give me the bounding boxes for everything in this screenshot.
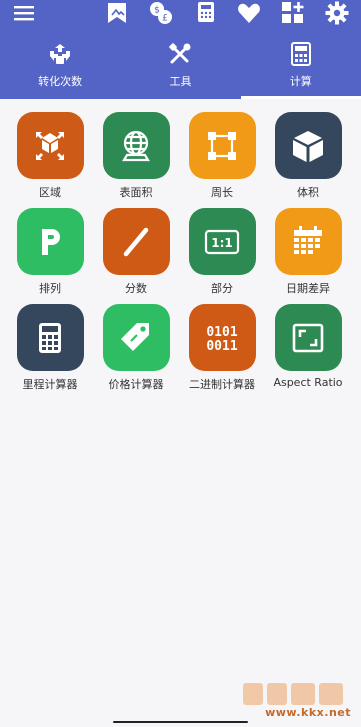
- calendar-icon: [274, 208, 342, 275]
- tab-bar: 转化次数 工具 计算: [0, 36, 361, 99]
- gear-icon[interactable]: [323, 0, 351, 26]
- grid-item-fraction[interactable]: 分数: [96, 208, 176, 296]
- aspect-ratio-icon: [274, 304, 342, 371]
- grid-item-perimeter[interactable]: 周长: [182, 112, 262, 200]
- grid-item-label: 里程计算器: [22, 378, 78, 391]
- svg-text:$: $: [154, 6, 160, 16]
- grid-item-label: 日期差异: [286, 282, 330, 295]
- bookmark-icon[interactable]: [103, 0, 131, 26]
- grid-item-area[interactable]: 区域: [10, 112, 90, 200]
- grid-item-label: 排列: [39, 282, 61, 295]
- grid-item-label: 体积: [297, 186, 319, 199]
- favorite-icon[interactable]: [235, 0, 263, 26]
- fraction-icon: [102, 208, 170, 275]
- tab-tools[interactable]: 工具: [120, 36, 240, 99]
- svg-text:0011: 0011: [206, 339, 237, 354]
- grid-item-price-calculator[interactable]: 价格计算器: [96, 304, 176, 392]
- calculator-icon: [290, 42, 311, 66]
- currency-icon[interactable]: $ £: [147, 0, 175, 26]
- watermark-logo: www.kkx.net: [235, 679, 355, 723]
- grid-item-ratio[interactable]: 1:1 部分: [182, 208, 262, 296]
- tools-icon: [168, 42, 192, 66]
- grid-item-surface-area[interactable]: 表面积: [96, 112, 176, 200]
- tab-label: 转化次数: [38, 75, 83, 88]
- convert-icon: [47, 42, 73, 66]
- grid-item-date-difference[interactable]: 日期差异: [268, 208, 348, 296]
- grid-item-label: 区域: [39, 186, 61, 199]
- tab-label: 工具: [169, 75, 192, 88]
- grid-item-label: 价格计算器: [108, 378, 164, 391]
- add-widget-icon[interactable]: [279, 0, 307, 26]
- grid-item-label: 部分: [211, 282, 233, 295]
- grid-item-label: 表面积: [119, 186, 153, 199]
- perimeter-icon: [188, 112, 256, 179]
- svg-text:1:1: 1:1: [211, 236, 233, 250]
- tab-calculate[interactable]: 计算: [240, 36, 361, 99]
- grid-item-volume[interactable]: 体积: [268, 112, 348, 200]
- price-tag-icon: [102, 304, 170, 371]
- tab-conversions[interactable]: 转化次数: [0, 36, 120, 99]
- watermark-text: www.kkx.net: [265, 706, 351, 719]
- binary-icon: 0101 0011: [188, 304, 256, 371]
- globe-icon: [102, 112, 170, 179]
- grid-item-mileage-calculator[interactable]: 里程计算器: [10, 304, 90, 392]
- calculator-icon[interactable]: [192, 0, 220, 26]
- grid-item-aspect-ratio[interactable]: Aspect Ratio: [268, 304, 348, 389]
- menu-icon[interactable]: [10, 0, 38, 26]
- grid-item-label: 分数: [125, 282, 147, 295]
- active-tab-indicator: [240, 96, 361, 99]
- svg-text:0101: 0101: [206, 325, 237, 340]
- ratio-icon: 1:1: [188, 208, 256, 275]
- home-indicator[interactable]: [113, 721, 248, 723]
- app-header: $ £ 转化次数 工具 计算: [0, 0, 361, 99]
- area-icon: [16, 112, 84, 179]
- grid-item-label: Aspect Ratio: [273, 376, 343, 389]
- grid-item-permutation[interactable]: 排列: [10, 208, 90, 296]
- svg-text:£: £: [162, 14, 168, 24]
- p-icon: [16, 208, 84, 275]
- tab-label: 计算: [289, 75, 312, 88]
- mileage-calculator-icon: [16, 304, 84, 371]
- top-toolbar: $ £: [0, 0, 361, 34]
- grid-item-label: 二进制计算器: [189, 378, 255, 391]
- cube-icon: [274, 112, 342, 179]
- grid-item-label: 周长: [211, 186, 233, 199]
- grid-item-binary-calculator[interactable]: 0101 0011 二进制计算器: [182, 304, 262, 392]
